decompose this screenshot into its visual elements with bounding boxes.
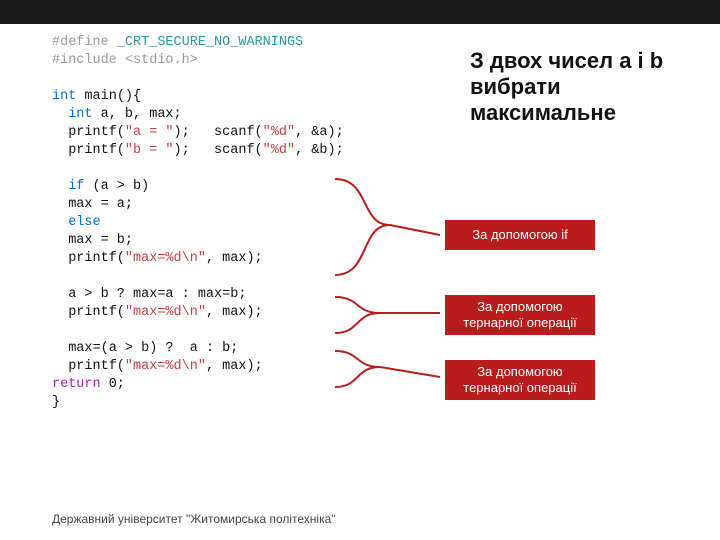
code-token: printf(	[52, 305, 125, 320]
code-token: "%d"	[263, 143, 295, 158]
brace-icon	[330, 347, 445, 393]
code-token: if	[68, 179, 84, 194]
code-token: return	[52, 377, 101, 392]
code-token: a > b ? max=a : max=b;	[52, 287, 246, 302]
brace-icon	[330, 175, 445, 285]
code-token: max = a;	[52, 197, 133, 212]
code-token: max=(a > b) ? a : b;	[52, 341, 238, 356]
code-token: printf(	[52, 251, 125, 266]
code-token: max = b;	[52, 233, 133, 248]
footer-text: Державний університет "Житомирська політ…	[52, 512, 336, 526]
code-token: ); scanf(	[174, 143, 263, 158]
code-token: , &b);	[295, 143, 344, 158]
code-token: <stdio.h>	[117, 53, 198, 68]
code-token: "max=%d\n"	[125, 305, 206, 320]
code-token	[52, 107, 68, 122]
code-token: 0;	[101, 377, 125, 392]
code-token: "max=%d\n"	[125, 359, 206, 374]
code-token: ); scanf(	[174, 125, 263, 140]
code-token: , max);	[206, 251, 263, 266]
code-token: , &a);	[295, 125, 344, 140]
annotation-box-ternary-2: За допомогою тернарної операції	[445, 360, 595, 400]
annotation-box-ternary-1: За допомогою тернарної операції	[445, 295, 595, 335]
code-token: int	[52, 89, 76, 104]
code-token: "max=%d\n"	[125, 251, 206, 266]
code-token: printf(	[52, 125, 125, 140]
code-token: printf(	[52, 143, 125, 158]
brace-icon	[330, 293, 445, 339]
code-token: , max);	[206, 305, 263, 320]
code-token: a, b, max;	[93, 107, 182, 122]
code-token: int	[68, 107, 92, 122]
code-token: main(){	[76, 89, 141, 104]
code-token: #define	[52, 35, 109, 50]
code-token: "%d"	[263, 125, 295, 140]
code-token: "a = "	[125, 125, 174, 140]
code-token: else	[68, 215, 100, 230]
code-token: (a > b)	[84, 179, 149, 194]
code-token: printf(	[52, 359, 125, 374]
slide-title: З двох чисел a і b вибрати максимальне	[470, 48, 700, 126]
code-token: , max);	[206, 359, 263, 374]
code-token: _CRT_SECURE_NO_WARNINGS	[109, 35, 303, 50]
slide-top-bar	[0, 0, 720, 24]
code-token: "b = "	[125, 143, 174, 158]
code-token	[52, 215, 68, 230]
annotation-box-if: За допомогою if	[445, 220, 595, 250]
code-token: #include	[52, 53, 117, 68]
code-token	[52, 179, 68, 194]
code-token: }	[52, 395, 60, 410]
code-block: #define _CRT_SECURE_NO_WARNINGS #include…	[52, 34, 344, 412]
